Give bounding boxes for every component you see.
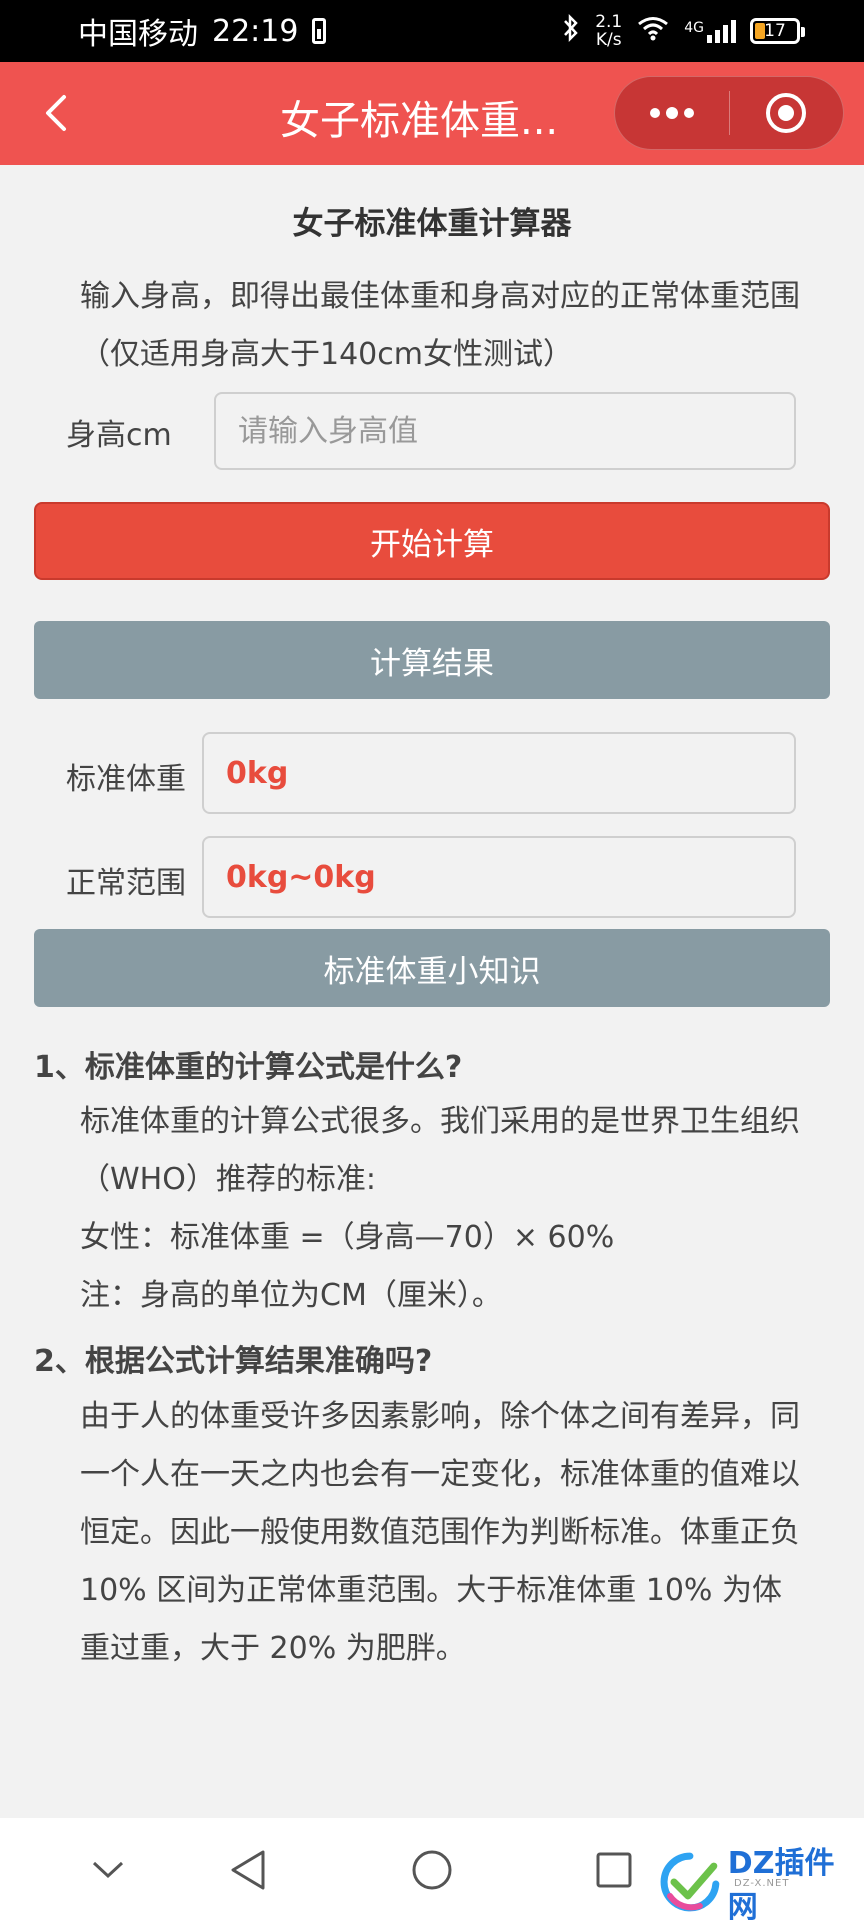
standard-weight-value-box: 0kg	[202, 732, 796, 814]
wifi-icon	[636, 15, 670, 47]
question-2-title: 2、根据公式计算结果准确吗?	[34, 1344, 433, 1379]
battery-saver-icon	[312, 18, 327, 44]
answer-2-paragraph: 由于人的体重受许多因素影响，除个体之间有差异，同一个人在一天之内也会有一定变化，…	[80, 1399, 800, 1666]
normal-range-value-box: 0kg~0kg	[202, 836, 796, 918]
normal-range-label: 正常范围	[66, 866, 186, 901]
height-label: 身高cm	[66, 418, 172, 453]
standard-weight-value: 0kg	[226, 755, 289, 791]
more-dots-icon	[649, 107, 694, 119]
collapse-button[interactable]	[80, 1842, 136, 1898]
answer-1-paragraph: 标准体重的计算公式很多。我们采用的是世界卫生组织（WHO）推荐的标准:	[80, 1104, 800, 1197]
intro-text: 输入身高，即得出最佳体重和身高对应的正常体重范围（仅适用身高大于140cm女性测…	[80, 279, 800, 372]
clock: 22:19	[212, 13, 299, 49]
recent-apps-button[interactable]	[586, 1842, 642, 1898]
standard-weight-label: 标准体重	[66, 762, 186, 797]
square-recents-icon	[596, 1852, 632, 1888]
page-title: 女子标准体重计算器	[292, 206, 572, 242]
watermark-logo-icon	[660, 1852, 720, 1912]
system-back-button[interactable]	[220, 1842, 276, 1898]
network-speed-unit: K/s	[595, 30, 622, 50]
signal-icon: 4G	[684, 19, 736, 43]
network-speed-value: 2.1	[595, 12, 623, 32]
network-speed: 2.1 K/s	[595, 13, 622, 49]
mini-program-capsule	[614, 76, 844, 150]
question-1-title: 1、标准体重的计算公式是什么?	[34, 1050, 463, 1085]
watermark-subtext: DZ-X.NET	[734, 1878, 790, 1889]
height-input[interactable]	[214, 392, 796, 470]
nav-title: 女子标准体重...	[280, 98, 559, 144]
watermark: DZ插件网 DZ-X.NET	[660, 1838, 864, 1920]
close-mini-program-button[interactable]	[730, 77, 844, 149]
status-right: 2.1 K/s 4G 17	[561, 13, 805, 49]
battery-icon: 17	[750, 18, 805, 44]
normal-range-value: 0kg~0kg	[226, 859, 376, 895]
more-button[interactable]	[615, 77, 729, 149]
knowledge-section-header: 标准体重小知识	[34, 929, 830, 1007]
nav-bar: 女子标准体重...	[0, 62, 864, 165]
target-circle-icon	[766, 93, 807, 133]
status-bar: 中国移动 22:19 2.1 K/s 4G 17	[0, 0, 864, 62]
battery-level: 17	[764, 21, 786, 41]
chevron-down-icon	[92, 1861, 124, 1879]
home-button[interactable]	[404, 1842, 460, 1898]
signal-type: 4G	[684, 19, 704, 36]
triangle-back-icon	[231, 1850, 265, 1890]
carrier-name: 中国移动	[78, 17, 198, 52]
results-section-header: 计算结果	[34, 621, 830, 699]
status-left: 中国移动 22:19	[78, 9, 327, 53]
calculate-button[interactable]: 开始计算	[34, 502, 830, 580]
chevron-left-icon	[46, 95, 66, 131]
answer-1-formula: 女性：标准体重 =（身高—70）× 60%	[80, 1220, 615, 1255]
bluetooth-icon	[561, 13, 581, 49]
back-button[interactable]	[30, 86, 80, 140]
answer-1-note: 注：身高的单位为CM（厘米）。	[80, 1278, 502, 1313]
circle-home-icon	[412, 1850, 452, 1890]
